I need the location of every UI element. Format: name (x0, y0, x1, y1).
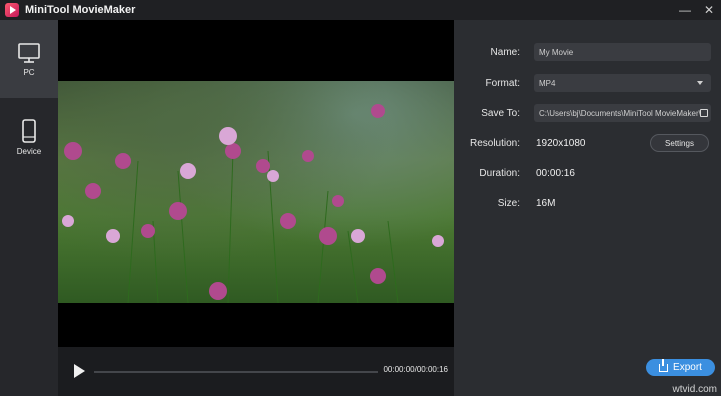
phone-icon (22, 118, 36, 143)
minimize-icon[interactable]: — (673, 0, 697, 20)
duration-label: Duration: (479, 167, 520, 179)
export-icon (659, 358, 669, 372)
duration-value: 00:00:16 (536, 167, 575, 179)
chevron-down-icon (697, 81, 703, 85)
save-to-label: Save To: (481, 107, 520, 119)
sidebar-item-pc[interactable]: PC (0, 20, 58, 98)
sidebar: PC Device (0, 20, 58, 396)
resolution-label: Resolution: (469, 137, 520, 149)
flower-field-image (62, 104, 444, 303)
format-select[interactable]: MP4 (534, 74, 711, 92)
video-frame (58, 81, 454, 303)
sidebar-item-device[interactable]: Device (0, 98, 58, 176)
save-to-row: Save To: C:\Users\bj\Documents\MiniTool … (454, 103, 721, 123)
sidebar-item-label: PC (23, 67, 35, 77)
folder-icon[interactable] (700, 109, 708, 117)
save-to-value: C:\Users\bj\Documents\MiniTool MovieMake… (539, 108, 701, 118)
timecode: 00:00:00/00:00:16 (383, 365, 448, 374)
export-settings-panel: Name: My Movie Format: MP4 Save To: C:\U… (454, 20, 721, 396)
format-value: MP4 (539, 78, 556, 88)
export-button[interactable]: Export (646, 358, 715, 376)
monitor-icon (18, 42, 40, 63)
app-logo-icon (5, 3, 19, 17)
resolution-value: 1920x1080 (536, 137, 586, 149)
name-row: Name: My Movie (454, 42, 721, 62)
name-input[interactable]: My Movie (534, 43, 711, 61)
watermark: wtvid.com (672, 384, 717, 395)
name-label: Name: (490, 46, 520, 58)
resolution-row: Resolution: 1920x1080 Settings (454, 133, 721, 153)
player-controls: 00:00:00/00:00:16 (58, 347, 454, 396)
size-value: 16M (536, 197, 556, 209)
format-label: Format: (485, 77, 520, 89)
size-row: Size: 16M (454, 193, 721, 213)
export-label: Export (673, 362, 702, 373)
preview-area: 00:00:00/00:00:16 (58, 20, 454, 396)
app-title: MiniTool MovieMaker (25, 4, 136, 16)
save-to-path[interactable]: C:\Users\bj\Documents\MiniTool MovieMake… (534, 104, 711, 122)
close-icon[interactable]: ✕ (697, 0, 721, 20)
duration-row: Duration: 00:00:16 (454, 163, 721, 183)
sidebar-item-label: Device (16, 146, 42, 156)
settings-button[interactable]: Settings (650, 134, 709, 152)
progress-bar[interactable] (94, 371, 378, 373)
size-label: Size: (497, 197, 520, 209)
play-icon[interactable] (74, 364, 85, 378)
title-bar: MiniTool MovieMaker — ✕ (0, 0, 721, 20)
format-row: Format: MP4 (454, 73, 721, 93)
